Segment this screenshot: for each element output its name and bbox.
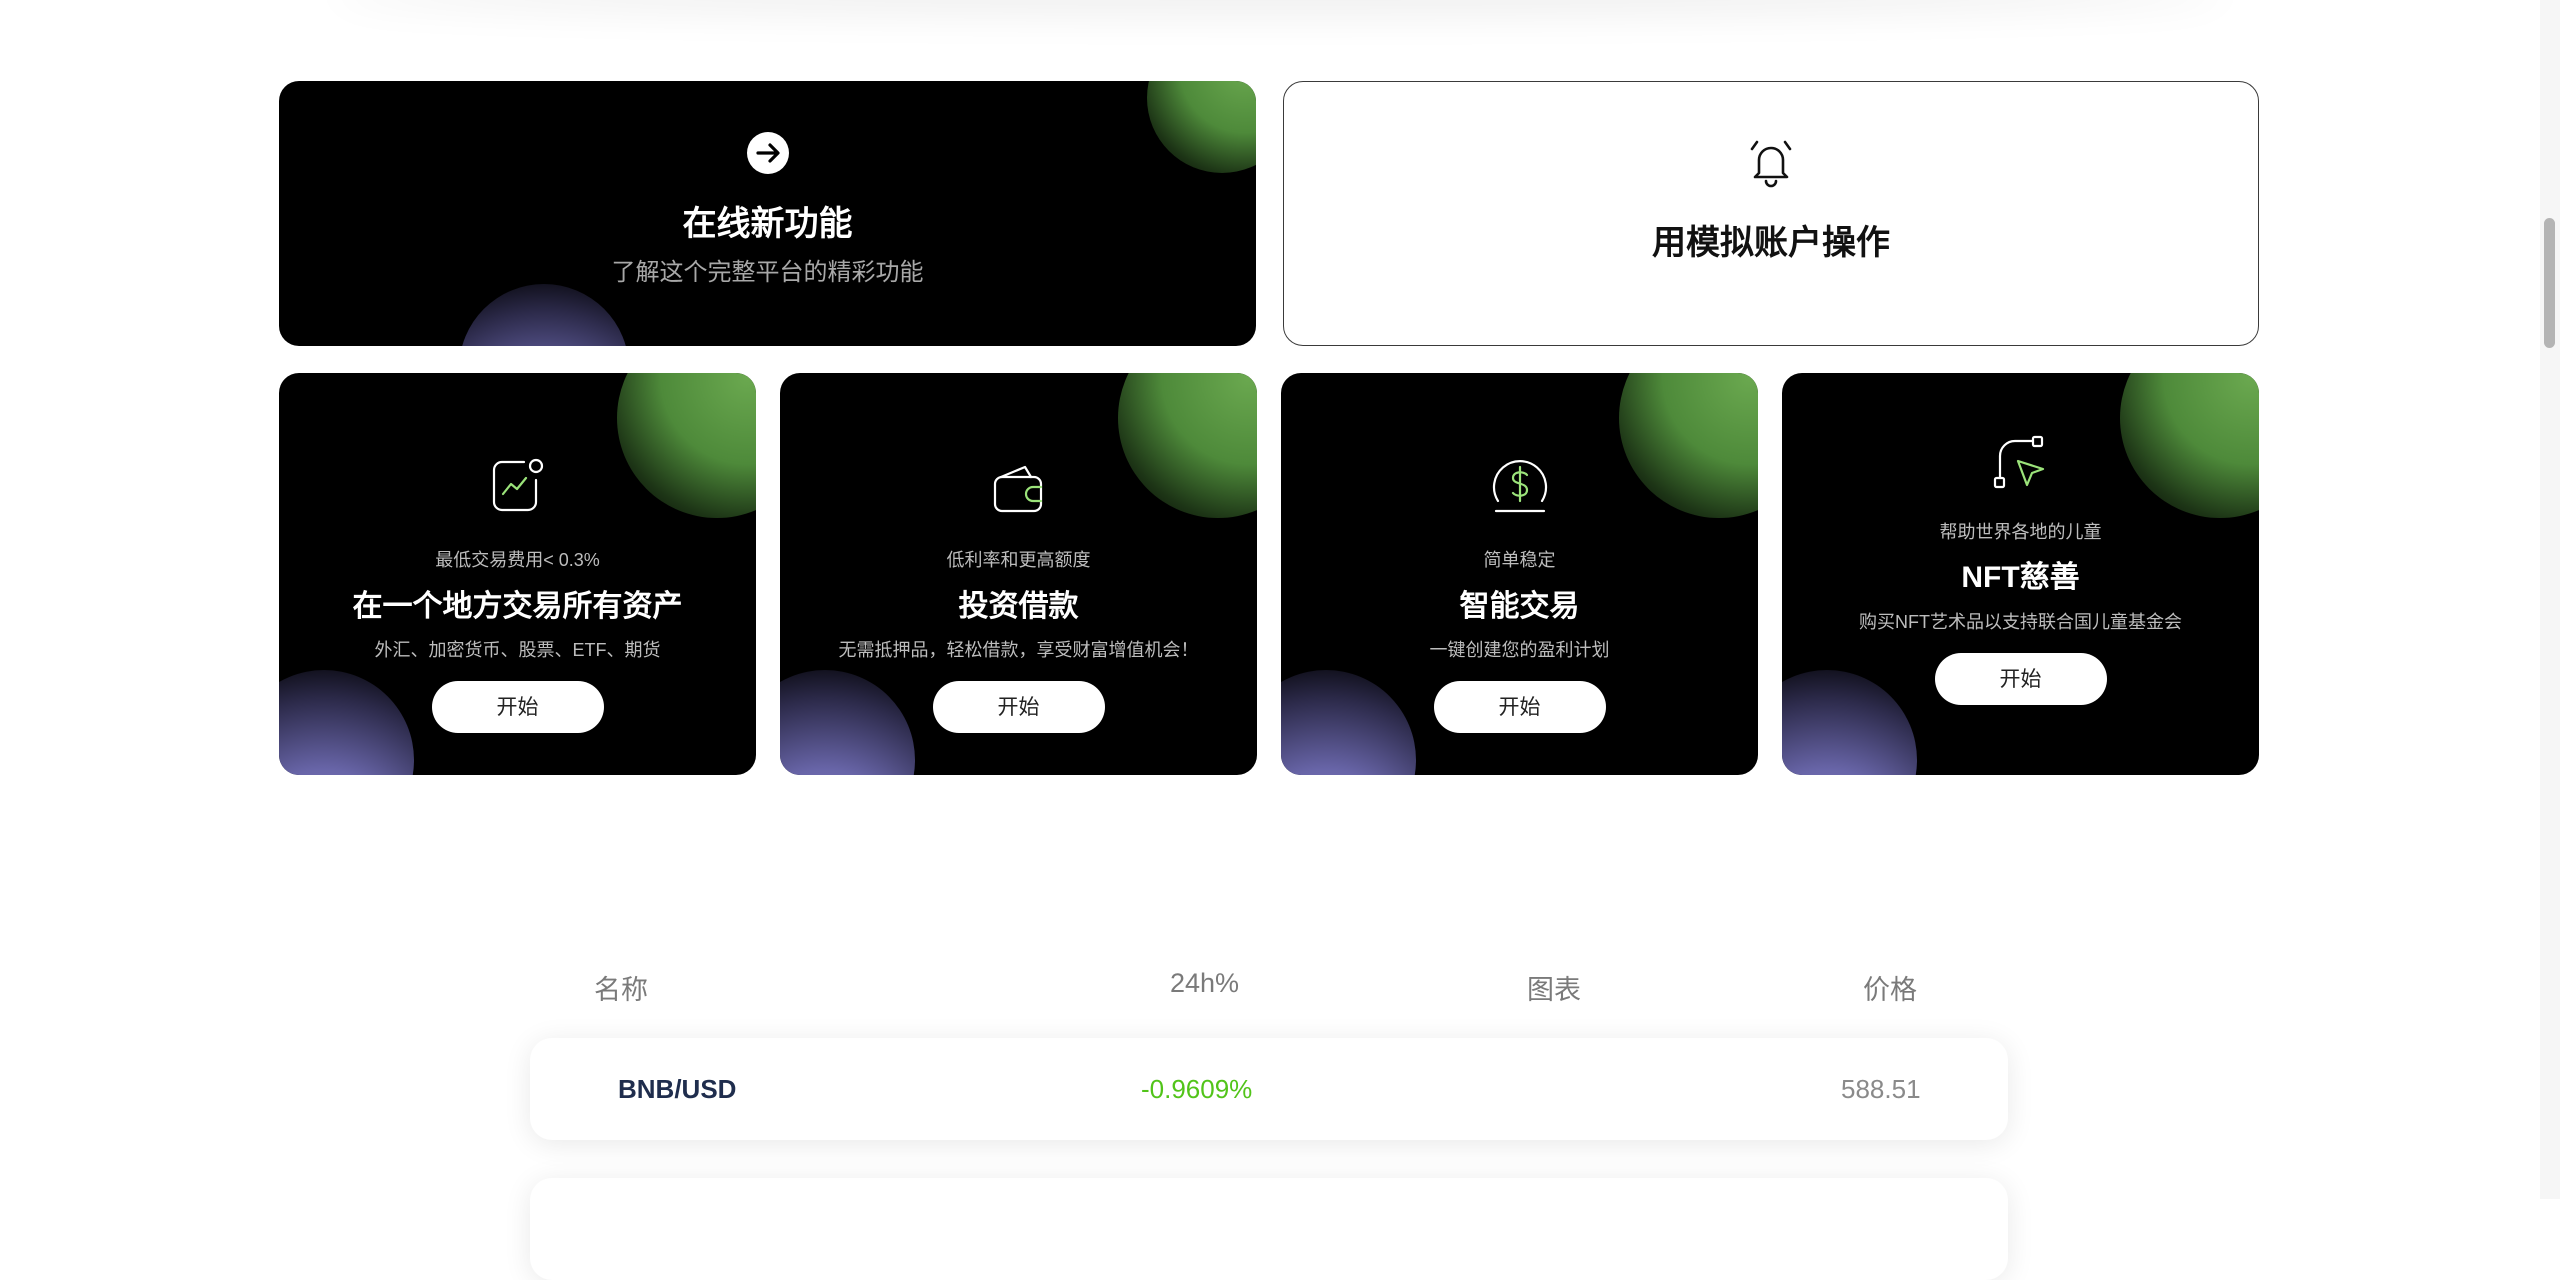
product-card-title: 智能交易 (1459, 590, 1580, 623)
decor-purple-blob (1281, 670, 1416, 775)
wallet-icon (989, 461, 1049, 522)
pen-tool-icon (1991, 433, 2051, 498)
product-card-nft-charity[interactable]: 帮助世界各地的儿童 NFT慈善 购买NFT艺术品以支持联合国儿童基金会 开始 (1782, 373, 2259, 775)
start-button[interactable]: 开始 (932, 681, 1105, 733)
decor-purple-blob (279, 670, 414, 775)
product-card-smart-trading[interactable]: 简单稳定 智能交易 一键创建您的盈利计划 开始 (1281, 373, 1758, 775)
start-button[interactable]: 开始 (1934, 653, 2107, 705)
product-card-desc: 购买NFT艺术品以支持联合国儿童基金会 (1859, 612, 2182, 632)
start-button[interactable]: 开始 (1433, 681, 1606, 733)
decor-green-blob (2120, 373, 2259, 518)
decor-green-blob (1118, 373, 1257, 518)
table-row[interactable]: BNB/USD -0.9609% 588.51 (530, 1038, 2008, 1140)
decor-purple-blob (1782, 670, 1917, 775)
table-row[interactable] (530, 1178, 2008, 1280)
decor-green-blob (1619, 373, 1758, 518)
feature-card-subtitle: 了解这个完整平台的精彩功能 (611, 259, 924, 286)
change-percent: -0.9609% (1141, 1074, 1253, 1104)
product-card-desc: 一键创建您的盈利计划 (1429, 640, 1610, 660)
product-card-title: NFT慈善 (1961, 561, 2080, 594)
product-card-title: 投资借款 (958, 590, 1079, 623)
bell-icon (1746, 137, 1796, 194)
product-card-kicker: 帮助世界各地的儿童 (1939, 522, 2102, 542)
product-card-kicker: 最低交易费用< 0.3% (435, 550, 600, 570)
feature-card-title: 在线新功能 (682, 205, 853, 243)
scrollbar-thumb[interactable] (2544, 218, 2555, 348)
product-card-title: 在一个地方交易所有资产 (352, 590, 683, 623)
product-card-trade-assets[interactable]: 最低交易费用< 0.3% 在一个地方交易所有资产 外汇、加密货币、股票、ETF、… (279, 373, 756, 775)
pair-name: BNB/USD (618, 1074, 737, 1104)
product-card-investment-loan[interactable]: 低利率和更高额度 投资借款 无需抵押品，轻松借款，享受财富增值机会！ 开始 (780, 373, 1257, 775)
product-card-desc: 外汇、加密货币、股票、ETF、期货 (374, 640, 661, 660)
feature-card-demo-account[interactable]: 用模拟账户操作 (1283, 81, 2259, 346)
decor-purple-blob (459, 284, 629, 346)
product-card-kicker: 简单稳定 (1483, 550, 1556, 570)
decor-green-blob (1147, 81, 1256, 173)
decor-green-blob (617, 373, 756, 518)
table-header-change: 24h% (1170, 968, 1240, 998)
scrollbar-track[interactable] (2540, 0, 2560, 1199)
arrow-right-circle-icon (746, 131, 790, 180)
product-card-desc: 无需抵押品，轻松借款，享受财富增值机会！ (838, 640, 1199, 660)
chart-icon (488, 456, 548, 521)
table-header-price: 价格 (1863, 975, 1917, 1005)
table-header-chart: 图表 (1527, 975, 1581, 1005)
feature-card-new-features[interactable]: 在线新功能 了解这个完整平台的精彩功能 (279, 81, 1256, 346)
feature-card-title: 用模拟账户操作 (1652, 224, 1890, 262)
decor-purple-blob (780, 670, 915, 775)
start-button[interactable]: 开始 (431, 681, 604, 733)
price-value: 588.51 (1841, 1074, 1921, 1104)
dollar-coin-icon (1490, 455, 1550, 522)
product-card-kicker: 低利率和更高额度 (946, 550, 1091, 570)
table-header-name: 名称 (594, 975, 648, 1005)
